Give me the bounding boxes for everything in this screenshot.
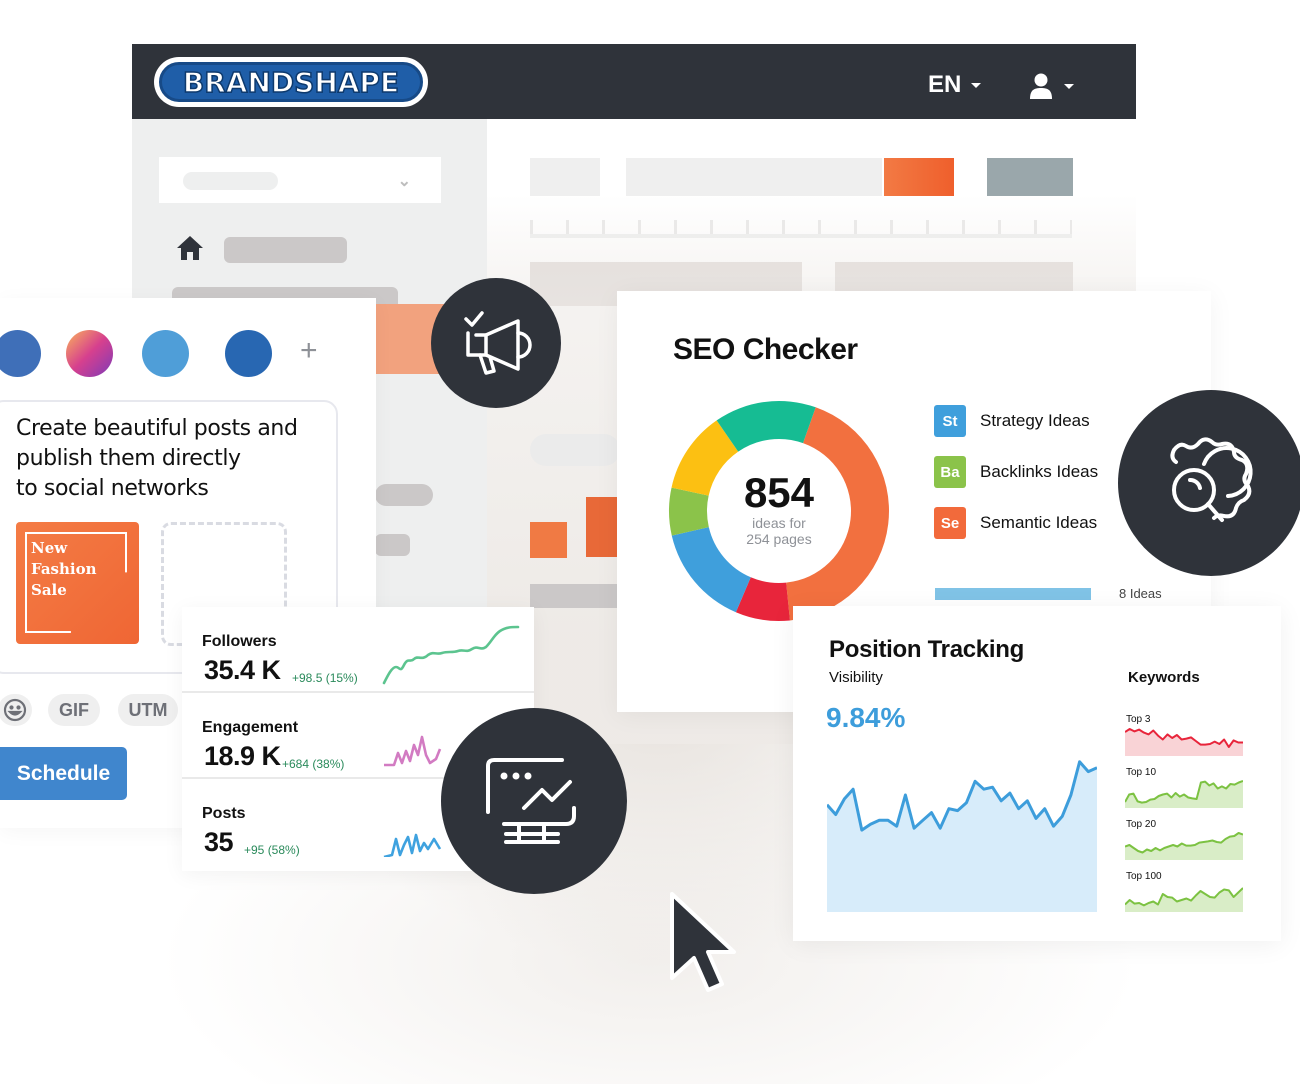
emoji-icon xyxy=(3,698,27,722)
legend-strategy-ideas[interactable]: St Strategy Ideas xyxy=(934,404,1090,438)
timeline-ruler xyxy=(530,220,1072,238)
keyword-chart-top100 xyxy=(1125,887,1243,912)
language-label: EN xyxy=(928,71,962,98)
donut-subtitle-line: 254 pages xyxy=(746,531,812,547)
post-image[interactable]: New Fashion Sale xyxy=(16,522,139,644)
stat-label: Followers xyxy=(202,633,277,650)
sidebar-item[interactable] xyxy=(375,534,410,556)
utm-button[interactable]: UTM xyxy=(118,694,178,726)
add-account-button[interactable]: + xyxy=(300,336,318,366)
donut-subtitle-line: ideas for xyxy=(752,515,806,531)
post-text-line: to social networks xyxy=(16,476,209,501)
legend-label: Backlinks Ideas xyxy=(980,462,1099,481)
visibility-chart xyxy=(827,760,1097,912)
sidebar-item[interactable] xyxy=(375,484,433,506)
search-button[interactable] xyxy=(884,158,954,196)
keyword-label-top20: Top 20 xyxy=(1126,819,1157,830)
content-pill xyxy=(530,434,620,466)
monitor-chart-icon xyxy=(486,758,576,844)
stat-label: Engagement xyxy=(202,719,299,736)
instagram-account[interactable] xyxy=(66,330,113,377)
semantic-badge: Se xyxy=(934,507,966,539)
image-text-line: Sale xyxy=(31,581,67,599)
linkedin-account[interactable] xyxy=(225,330,272,377)
visibility-area xyxy=(827,761,1097,912)
keyword-chart-top10 xyxy=(1125,780,1243,808)
post-text[interactable]: Create beautiful posts and publish them … xyxy=(16,414,316,504)
chart-bar xyxy=(530,522,567,558)
keyword-chart-top3 xyxy=(1125,728,1243,756)
stat-delta: +98.5 (15%) xyxy=(292,671,358,685)
ideas-bar-label: 8 Ideas xyxy=(1119,586,1162,601)
donut-subtitle: ideas for 254 pages xyxy=(667,515,891,547)
caret-down-icon xyxy=(1064,83,1074,89)
post-text-line: Create beautiful posts and xyxy=(16,416,298,441)
image-text-line: Fashion xyxy=(31,560,97,578)
stat-value: 35 xyxy=(204,827,234,857)
keyword-chart-top20 xyxy=(1125,832,1243,860)
project-select[interactable]: ⌄ xyxy=(159,157,441,203)
content-block xyxy=(530,584,620,608)
brand-logo-badge: BRANDSHAPE xyxy=(159,62,423,102)
keyword-area xyxy=(1125,833,1243,860)
caret-down-icon xyxy=(971,82,982,88)
megaphone-check-icon xyxy=(464,311,532,375)
gif-button[interactable]: GIF xyxy=(48,694,100,726)
sidebar-item-home[interactable] xyxy=(224,237,347,263)
megaphone-badge xyxy=(431,278,561,408)
legend-label: Strategy Ideas xyxy=(980,411,1090,430)
backlinks-badge: Ba xyxy=(934,456,966,488)
chart-bar xyxy=(586,497,619,557)
stat-label: Posts xyxy=(202,805,246,822)
brand-logo-text: BRANDSHAPE xyxy=(182,65,400,100)
chevron-down-icon: ⌄ xyxy=(397,173,411,190)
facebook-account[interactable] xyxy=(0,330,41,377)
mouse-cursor-icon xyxy=(670,892,736,992)
top-navigation-bar: BRANDSHAPE EN xyxy=(132,44,1136,119)
stat-delta: +95 (58%) xyxy=(244,843,300,857)
user-icon xyxy=(1030,73,1052,99)
project-select-placeholder xyxy=(183,172,278,190)
toolbar-placeholder xyxy=(530,158,600,196)
schedule-button[interactable]: Schedule xyxy=(0,747,127,800)
legend-label: Semantic Ideas xyxy=(980,513,1098,532)
strategy-badge: St xyxy=(934,405,966,437)
keyword-label-top10: Top 10 xyxy=(1126,767,1157,778)
position-tracking-title: Position Tracking xyxy=(829,636,1024,663)
stat-delta: +684 (38%) xyxy=(282,757,345,771)
visibility-label: Visibility xyxy=(829,669,883,686)
search-field-placeholder[interactable] xyxy=(626,158,882,196)
seo-settings-badge xyxy=(1118,390,1300,576)
donut-total: 854 xyxy=(743,469,815,516)
user-menu-button[interactable] xyxy=(1030,72,1074,100)
gear-search-icon xyxy=(1170,437,1253,522)
seo-checker-title: SEO Checker xyxy=(673,333,858,366)
legend-backlinks-ideas[interactable]: Ba Backlinks Ideas xyxy=(934,455,1098,489)
toolbar-button[interactable] xyxy=(987,158,1073,196)
twitter-account[interactable] xyxy=(142,330,189,377)
analytics-badge xyxy=(441,708,627,894)
post-text-line: publish them directly xyxy=(16,446,241,471)
stat-value: 18.9 K xyxy=(204,741,281,771)
ideas-progress-bar xyxy=(935,588,1091,600)
language-selector[interactable]: EN xyxy=(928,70,982,100)
image-text-line: New xyxy=(31,539,68,557)
stat-followers: Followers 35.4 K +98.5 (15%) xyxy=(182,607,534,693)
followers-sparkline xyxy=(382,625,520,685)
home-icon[interactable] xyxy=(176,235,204,261)
keyword-label-top100: Top 100 xyxy=(1126,871,1162,882)
post-image-text: New Fashion Sale xyxy=(31,538,97,601)
stat-value: 35.4 K xyxy=(204,655,281,685)
brand-logo[interactable]: BRANDSHAPE xyxy=(154,57,428,107)
visibility-value: 9.84% xyxy=(826,702,906,733)
keywords-title: Keywords xyxy=(1128,669,1200,686)
emoji-button[interactable] xyxy=(0,694,32,726)
legend-semantic-ideas[interactable]: Se Semantic Ideas xyxy=(934,506,1097,540)
keyword-label-top3: Top 3 xyxy=(1126,714,1151,725)
position-tracking-card: Position Tracking Visibility 9.84% Keywo… xyxy=(793,606,1281,941)
